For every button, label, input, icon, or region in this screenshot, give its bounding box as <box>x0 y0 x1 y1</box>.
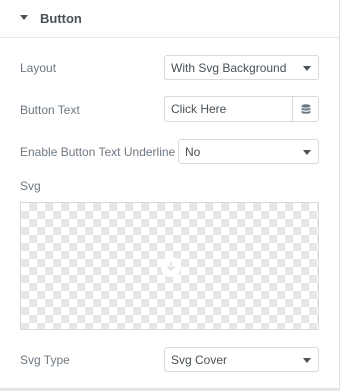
database-icon <box>301 104 311 114</box>
section-header-button[interactable]: Button <box>0 0 339 38</box>
underline-select[interactable]: No <box>178 139 319 164</box>
chevron-down-icon <box>303 66 311 71</box>
underline-select-value: No <box>185 145 201 159</box>
layout-select[interactable]: With Svg Background <box>164 55 319 80</box>
underline-label: Enable Button Text Underline <box>20 145 176 159</box>
svg-label: Svg <box>20 179 41 193</box>
layout-label: Layout <box>20 61 57 75</box>
svg-type-select-value: Svg Cover <box>171 353 228 367</box>
upload-icon <box>161 257 181 277</box>
button-text-input[interactable] <box>164 96 292 122</box>
dynamic-tags-button[interactable] <box>292 96 319 122</box>
controls-panel: Button Layout With Svg Background Button… <box>0 0 340 389</box>
svg-type-select[interactable]: Svg Cover <box>164 347 319 372</box>
layout-select-value: With Svg Background <box>171 61 287 75</box>
chevron-down-icon <box>303 150 311 155</box>
caret-down-icon <box>20 15 28 20</box>
svg-type-label: Svg Type <box>20 353 70 367</box>
button-text-label: Button Text <box>20 103 80 117</box>
chevron-down-icon <box>303 358 311 363</box>
section-title: Button <box>40 11 82 26</box>
svg-media-preview[interactable] <box>20 202 319 330</box>
